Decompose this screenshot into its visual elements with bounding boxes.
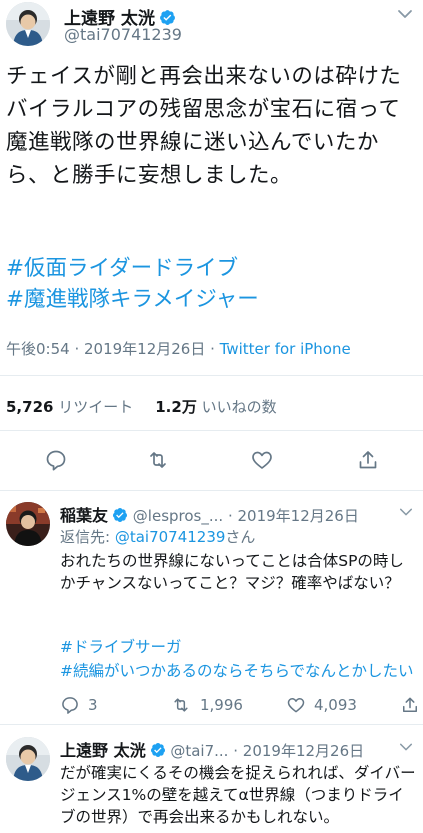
- replying-to-prefix: 返信先:: [60, 528, 115, 546]
- reply-author-handle[interactable]: @lespros_...: [133, 507, 223, 525]
- share-icon[interactable]: [356, 448, 380, 476]
- share-icon[interactable]: [400, 695, 420, 715]
- chevron-down-icon[interactable]: [399, 504, 413, 523]
- reply-like-action[interactable]: 4,093: [286, 695, 357, 715]
- tweet-source-link[interactable]: Twitter for iPhone: [220, 340, 351, 358]
- tweet-meta: 午後0:54 · 2019年12月26日 · Twitter for iPhon…: [6, 338, 351, 359]
- like-heart-icon[interactable]: [250, 448, 274, 476]
- reply-date[interactable]: · 2019年12月26日: [233, 742, 364, 760]
- main-tweet-header: 上遠野 太洸 @tai70741239: [0, 0, 423, 48]
- reply-date[interactable]: · 2019年12月26日: [228, 507, 359, 525]
- reply-retweet-action[interactable]: 1,996: [170, 695, 243, 715]
- reply-reply-action[interactable]: 3: [60, 695, 98, 715]
- retweet-icon: [174, 698, 188, 712]
- likes-label: いいねの数: [201, 398, 277, 416]
- author-avatar[interactable]: [6, 2, 50, 46]
- replying-to-suffix: さん: [225, 528, 256, 546]
- reply-icon[interactable]: [44, 448, 68, 476]
- reply-header: 稲葉友 @lespros_... · 2019年12月26日: [60, 502, 359, 527]
- tweet-actions: [0, 448, 423, 476]
- replying-to-handle[interactable]: @tai70741239: [115, 528, 226, 546]
- reply-author-name[interactable]: 上遠野 太洸: [60, 741, 146, 760]
- divider: [0, 375, 423, 376]
- tweet-hashtags: #仮面ライダードライブ #魔進戦隊キラメイジャー: [6, 253, 259, 315]
- retweets-stat[interactable]: 5,726 リツイート: [6, 398, 133, 416]
- verified-badge-icon: [150, 742, 166, 762]
- chevron-down-icon[interactable]: [399, 739, 413, 758]
- reply-author-avatar[interactable]: [6, 737, 50, 781]
- reply-author-avatar[interactable]: [6, 502, 50, 546]
- reply-author-name[interactable]: 稲葉友: [60, 506, 108, 525]
- reply-hashtags: #ドライブサーガ #続編がいつかあるのならそちらでなんとかしたい: [60, 635, 414, 683]
- reply-header: 上遠野 太洸 @tai7... · 2019年12月26日: [60, 737, 364, 762]
- retweet-count: 1,996: [200, 696, 243, 714]
- replying-to: 返信先: @tai70741239さん: [60, 526, 255, 547]
- reply-tweet[interactable]: 上遠野 太洸 @tai7... · 2019年12月26日 だが確実にくるその機…: [0, 724, 423, 833]
- chevron-down-icon[interactable]: [397, 6, 413, 26]
- reply-icon: [62, 697, 78, 714]
- retweet-icon[interactable]: [146, 448, 170, 476]
- reply-text: だが確実にくるその機会を捉えられれば、ダイバージェンス1%の壁を越えてα世界線（…: [60, 764, 416, 826]
- reply-tweet[interactable]: 稲葉友 @lespros_... · 2019年12月26日 返信先: @tai…: [0, 490, 423, 724]
- verified-badge-icon: [112, 507, 128, 527]
- hashtag-link[interactable]: #続編がいつかあるのならそちらでなんとかしたい: [60, 659, 414, 683]
- divider: [0, 430, 423, 431]
- tweet-timestamp[interactable]: 午後0:54 · 2019年12月26日 ·: [6, 340, 215, 358]
- hashtag-link[interactable]: #仮面ライダードライブ: [6, 253, 259, 284]
- reply-author-handle[interactable]: @tai7...: [170, 742, 228, 760]
- reply-actions: 3 1,996 4,093: [60, 695, 420, 715]
- tweet-text: チェイスが剛と再会出来ないのは砕けたバイラルコアの残留思念が宝石に宿って魔進戦隊…: [6, 64, 402, 188]
- reply-count: 3: [88, 696, 98, 714]
- like-heart-icon: [287, 698, 305, 713]
- likes-stat[interactable]: 1.2万 いいねの数: [155, 398, 276, 416]
- like-count: 4,093: [314, 696, 357, 714]
- hashtag-link[interactable]: #ドライブサーガ: [60, 635, 414, 659]
- tweet-stats: 5,726 リツイート 1.2万 いいねの数: [6, 396, 277, 417]
- hashtag-link[interactable]: #魔進戦隊キラメイジャー: [6, 284, 259, 315]
- retweets-count: 5,726: [6, 398, 54, 416]
- reply-text: おれたちの世界線にないってことは合体SPの時しかチャンスないってこと？マジ？確率…: [60, 552, 404, 592]
- likes-count: 1.2万: [155, 398, 197, 416]
- author-handle[interactable]: @tai70741239: [64, 25, 182, 44]
- retweets-label: リツイート: [58, 398, 134, 416]
